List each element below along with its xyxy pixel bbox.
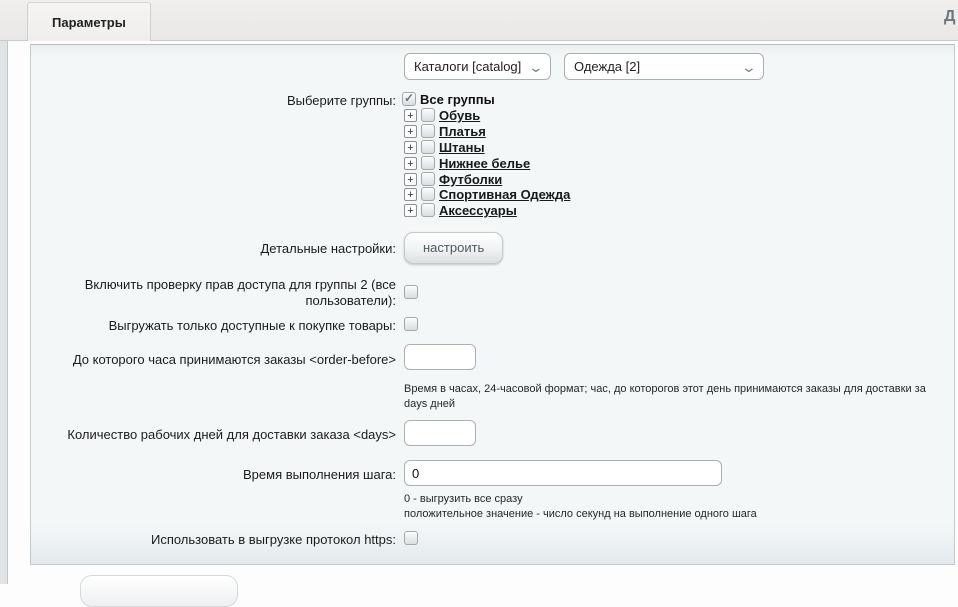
expand-plus-icon[interactable]: + <box>404 125 417 138</box>
group-link[interactable]: Футболки <box>439 172 502 187</box>
delivery-days-label: Количество рабочих дней для доставки зак… <box>31 427 396 443</box>
chevron-down-icon: ⌄ <box>741 62 757 72</box>
step-time-help-line2: положительное значение - число секунд на… <box>404 507 884 522</box>
export-type-select-value: Каталоги [catalog] <box>414 59 521 74</box>
access-check-label: Включить проверку прав доступа для групп… <box>66 277 396 309</box>
available-only-label: Выгружать только доступные к покупке тов… <box>31 318 396 334</box>
expand-plus-icon[interactable]: + <box>404 109 417 122</box>
left-gutter <box>0 41 8 584</box>
tab-bar: Параметры Д <box>0 0 958 41</box>
use-https-checkbox[interactable] <box>404 531 418 545</box>
chevron-down-icon: ⌄ <box>528 62 544 72</box>
step-time-help-line1: 0 - выгрузить все сразу <box>404 492 884 507</box>
infoblock-select[interactable]: Одежда [2] ⌄ <box>564 53 764 80</box>
group-checkbox[interactable] <box>421 108 435 122</box>
checkmark-icon: ✓ <box>404 91 414 105</box>
group-link[interactable]: Спортивная Одежда <box>439 187 570 202</box>
expand-plus-icon[interactable]: + <box>404 157 417 170</box>
group-checkbox[interactable] <box>421 172 435 186</box>
group-link[interactable]: Аксессуары <box>439 203 517 218</box>
all-groups-checkbox[interactable]: ✓ <box>402 92 416 106</box>
expand-plus-icon[interactable]: + <box>404 141 417 154</box>
group-checkbox[interactable] <box>421 187 435 201</box>
partial-bottom-button[interactable] <box>80 575 238 607</box>
use-https-label: Использовать в выгрузке протокол https: <box>31 532 396 548</box>
page: { "tabs": { "active_label": "Параметры",… <box>0 0 958 584</box>
access-check-checkbox[interactable] <box>404 285 418 299</box>
clipped-tab-fragment: Д <box>944 8 955 26</box>
detail-settings-label: Детальные настройки: <box>31 241 396 257</box>
tab-parameters-label: Параметры <box>52 15 126 30</box>
group-link[interactable]: Платья <box>439 124 486 139</box>
group-link[interactable]: Обувь <box>439 108 480 123</box>
order-before-input[interactable] <box>404 344 476 370</box>
settings-panel: Каталоги [catalog] ⌄ Одежда [2] ⌄ Выбери… <box>30 44 955 565</box>
configure-button[interactable]: настроить <box>404 232 503 264</box>
available-only-checkbox[interactable] <box>404 317 418 331</box>
group-checkbox[interactable] <box>421 156 435 170</box>
delivery-days-input[interactable] <box>404 420 476 446</box>
tab-parameters[interactable]: Параметры <box>27 2 151 41</box>
expand-plus-icon[interactable]: + <box>404 173 417 186</box>
step-time-input[interactable] <box>404 460 722 486</box>
expand-plus-icon[interactable]: + <box>404 204 417 217</box>
group-link[interactable]: Штаны <box>439 140 485 155</box>
group-checkbox[interactable] <box>421 124 435 138</box>
order-before-help: Время в часах, 24-часовой формат; час, д… <box>404 382 949 412</box>
all-groups-label: Все группы <box>420 92 495 108</box>
infoblock-select-value: Одежда [2] <box>574 59 640 74</box>
expand-plus-icon[interactable]: + <box>404 188 417 201</box>
step-time-label: Время выполнения шага: <box>31 467 396 483</box>
group-link[interactable]: Нижнее белье <box>439 156 530 171</box>
group-checkbox[interactable] <box>421 140 435 154</box>
export-type-select[interactable]: Каталоги [catalog] ⌄ <box>404 53 551 80</box>
order-before-label: До которого часа принимаются заказы <ord… <box>31 352 396 368</box>
step-time-help: 0 - выгрузить все сразу положительное зн… <box>404 492 884 522</box>
groups-label: Выберите группы: <box>31 93 396 109</box>
group-checkbox[interactable] <box>421 203 435 217</box>
